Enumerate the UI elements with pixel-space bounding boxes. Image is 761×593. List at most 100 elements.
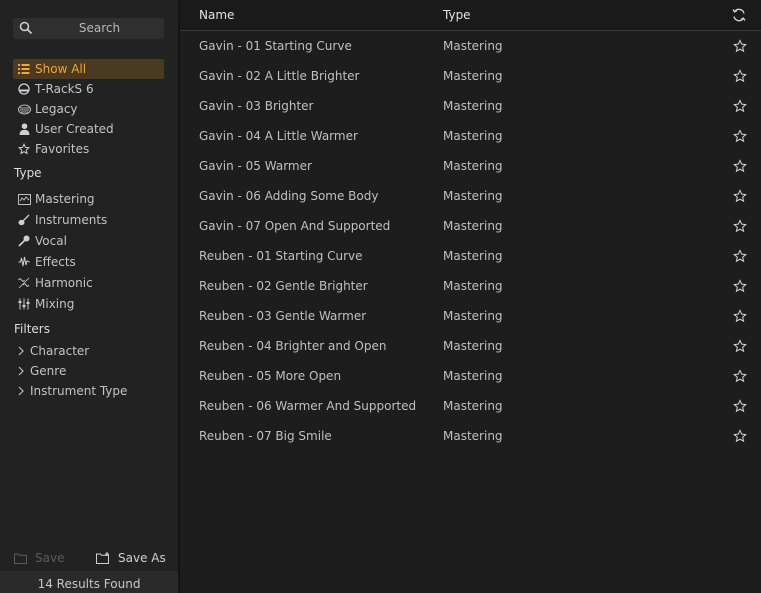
nav-item-label: Legacy <box>35 102 78 116</box>
trackS-icon <box>17 82 31 96</box>
nav-item-user-created[interactable]: User Created <box>13 119 164 139</box>
column-header-type[interactable]: Type <box>443 8 471 22</box>
faders-icon <box>17 297 31 311</box>
guitar-icon <box>17 213 31 227</box>
preset-type: Mastering <box>443 309 503 323</box>
table-row[interactable]: Reuben - 04 Brighter and Open Mastering <box>180 331 761 361</box>
filter-instrument-type[interactable]: Instrument Type <box>16 382 127 400</box>
type-item-mastering[interactable]: Mastering <box>13 189 164 209</box>
table-row[interactable]: Reuben - 03 Gentle Warmer Mastering <box>180 301 761 331</box>
mastering-icon <box>17 192 31 206</box>
preset-type: Mastering <box>443 219 503 233</box>
preset-name: Reuben - 04 Brighter and Open <box>199 339 387 353</box>
favorite-star-icon[interactable] <box>733 249 747 263</box>
effects-icon <box>17 255 31 269</box>
favorite-star-icon[interactable] <box>733 429 747 443</box>
favorite-star-icon[interactable] <box>733 189 747 203</box>
refresh-icon[interactable] <box>731 7 747 23</box>
chevron-right-icon <box>18 346 24 356</box>
table-row[interactable]: Reuben - 06 Warmer And Supported Masterin… <box>180 391 761 421</box>
type-item-label: Effects <box>35 255 76 269</box>
preset-name: Gavin - 05 Warmer <box>199 159 312 173</box>
preset-type: Mastering <box>443 279 503 293</box>
table-row[interactable]: Gavin - 06 Adding Some Body Mastering <box>180 181 761 211</box>
nav-item-label: T-RackS 6 <box>35 82 94 96</box>
favorite-star-icon[interactable] <box>733 339 747 353</box>
preset-type: Mastering <box>443 339 503 353</box>
table-row[interactable]: Gavin - 01 Starting Curve Mastering <box>180 31 761 61</box>
nav-item-show-all[interactable]: Show All <box>13 59 164 79</box>
preset-name: Gavin - 02 A Little Brighter <box>199 69 360 83</box>
filter-character[interactable]: Character <box>16 342 89 360</box>
favorite-star-icon[interactable] <box>733 309 747 323</box>
table-row[interactable]: Gavin - 07 Open And Supported Mastering <box>180 211 761 241</box>
user-icon <box>17 122 31 136</box>
filters-section-title: Filters <box>14 322 50 336</box>
type-item-harmonic[interactable]: Harmonic <box>13 273 164 293</box>
table-row[interactable]: Reuben - 01 Starting Curve Mastering <box>180 241 761 271</box>
list-icon <box>17 62 31 76</box>
type-item-instruments[interactable]: Instruments <box>13 210 164 230</box>
preset-name: Reuben - 07 Big Smile <box>199 429 332 443</box>
preset-name: Gavin - 01 Starting Curve <box>199 39 352 53</box>
save-as-label: Save As <box>118 551 166 565</box>
type-item-label: Mastering <box>35 192 95 206</box>
type-item-label: Harmonic <box>35 276 93 290</box>
nav-item-tracks6[interactable]: T-RackS 6 <box>13 79 164 99</box>
preset-name: Reuben - 01 Starting Curve <box>199 249 363 263</box>
preset-name: Gavin - 03 Brighter <box>199 99 314 113</box>
save-button[interactable]: Save <box>14 549 64 567</box>
preset-type: Mastering <box>443 159 503 173</box>
favorite-star-icon[interactable] <box>733 69 747 83</box>
preset-name: Reuben - 06 Warmer And Supported <box>199 399 417 413</box>
table-row[interactable]: Gavin - 02 A Little Brighter Mastering <box>180 61 761 91</box>
table-row[interactable]: Reuben - 02 Gentle Brighter Mastering <box>180 271 761 301</box>
table-row[interactable]: Reuben - 07 Big Smile Mastering <box>180 421 761 451</box>
save-as-icon <box>96 552 109 564</box>
favorite-star-icon[interactable] <box>733 159 747 173</box>
harmonic-icon <box>17 276 31 290</box>
table-row[interactable]: Gavin - 03 Brighter Mastering <box>180 91 761 121</box>
favorite-star-icon[interactable] <box>733 369 747 383</box>
table-row[interactable]: Reuben - 05 More Open Mastering <box>180 361 761 391</box>
table-row[interactable]: Gavin - 04 A Little Warmer Mastering <box>180 121 761 151</box>
nav-item-favorites[interactable]: Favorites <box>13 139 164 159</box>
preset-type: Mastering <box>443 189 503 203</box>
save-as-button[interactable]: Save As <box>96 549 166 567</box>
preset-type: Mastering <box>443 99 503 113</box>
preset-list: Name Type Gavin - 01 Starting Curve Maste… <box>180 0 761 593</box>
type-item-effects[interactable]: Effects <box>13 252 164 272</box>
nav-item-label: User Created <box>35 122 114 136</box>
favorite-star-icon[interactable] <box>733 39 747 53</box>
favorite-star-icon[interactable] <box>733 99 747 113</box>
save-icon <box>14 553 27 564</box>
preset-name: Reuben - 03 Gentle Warmer <box>199 309 367 323</box>
chevron-right-icon <box>18 366 24 376</box>
type-item-mixing[interactable]: Mixing <box>13 294 164 314</box>
column-header-name[interactable]: Name <box>199 8 234 22</box>
type-section-title: Type <box>14 166 42 180</box>
type-item-label: Vocal <box>35 234 67 248</box>
preset-type: Mastering <box>443 69 503 83</box>
preset-name: Gavin - 07 Open And Supported <box>199 219 391 233</box>
nav-item-legacy[interactable]: Legacy <box>13 99 164 119</box>
list-header: Name Type <box>180 0 761 31</box>
favorite-star-icon[interactable] <box>733 219 747 233</box>
filter-label: Genre <box>30 364 67 378</box>
filter-genre[interactable]: Genre <box>16 362 66 380</box>
preset-name: Gavin - 06 Adding Some Body <box>199 189 379 203</box>
search-input[interactable]: Search <box>13 18 164 39</box>
filter-label: Instrument Type <box>30 384 128 398</box>
preset-type: Mastering <box>443 399 503 413</box>
favorite-star-icon[interactable] <box>733 399 747 413</box>
table-row[interactable]: Gavin - 05 Warmer Mastering <box>180 151 761 181</box>
favorite-star-icon[interactable] <box>733 279 747 293</box>
microphone-icon <box>17 234 31 248</box>
search-placeholder: Search <box>78 21 121 35</box>
save-label: Save <box>35 551 65 565</box>
type-item-label: Instruments <box>35 213 108 227</box>
preset-name: Gavin - 04 A Little Warmer <box>199 129 358 143</box>
favorite-star-icon[interactable] <box>733 129 747 143</box>
filter-label: Character <box>30 344 90 358</box>
type-item-vocal[interactable]: Vocal <box>13 231 164 251</box>
